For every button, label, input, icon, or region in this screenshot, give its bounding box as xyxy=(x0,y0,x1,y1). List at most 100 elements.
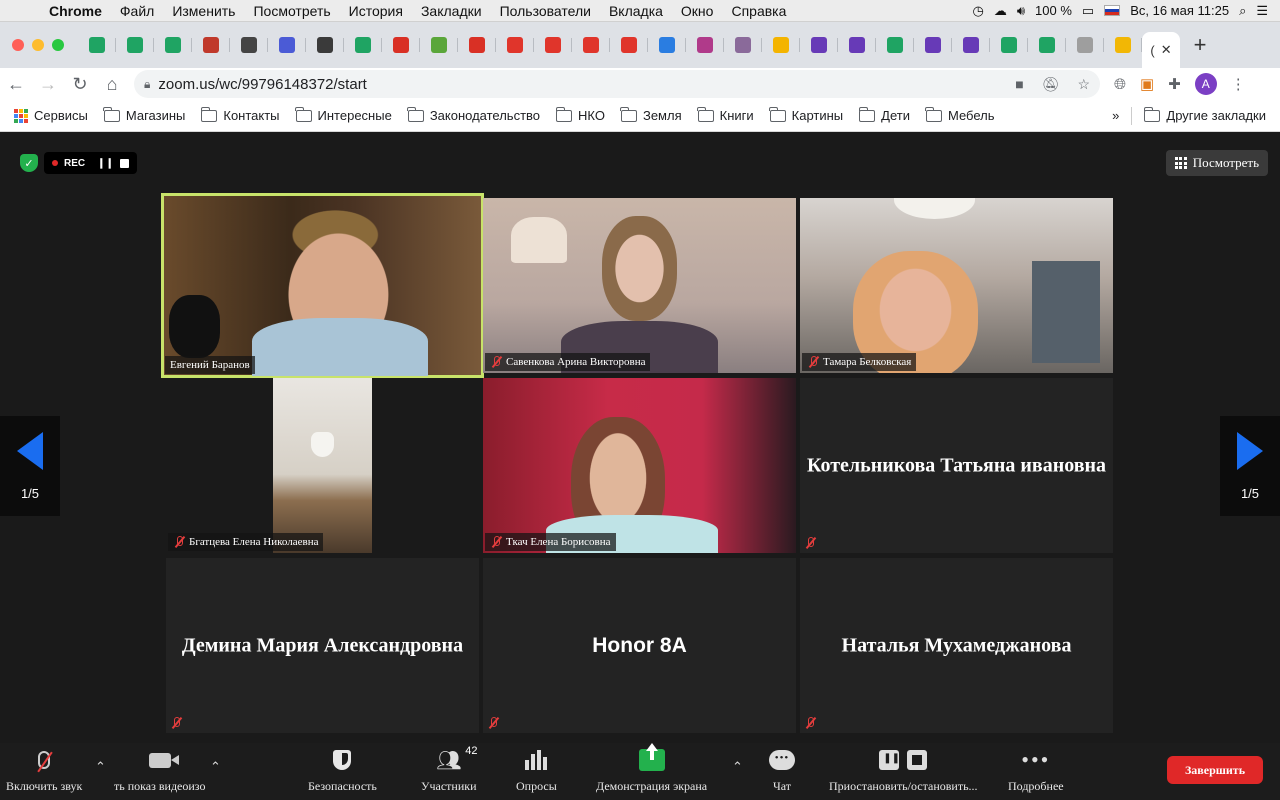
reload-icon[interactable]: ↻ xyxy=(64,74,96,95)
pinned-tab[interactable] xyxy=(192,30,230,60)
time-machine-icon[interactable]: ◷ xyxy=(972,3,983,19)
bookmark-folder[interactable]: Контакты xyxy=(193,106,287,123)
pdf-extension-icon[interactable]: ▣ xyxy=(1140,75,1154,93)
creative-cloud-icon[interactable]: ☁ xyxy=(994,3,1007,19)
back-icon[interactable]: ← xyxy=(0,74,32,95)
pinned-tab[interactable] xyxy=(458,30,496,60)
bookmark-folder[interactable]: Законодательство xyxy=(400,106,548,123)
video-options-caret-icon[interactable]: ⌃ xyxy=(210,759,221,775)
translate-extension-icon[interactable]: 🌐︎ xyxy=(1114,76,1126,93)
pinned-tab[interactable] xyxy=(78,30,116,60)
participant-tile[interactable]: Евгений Баранов xyxy=(161,193,484,378)
control-center-icon[interactable]: ☰ xyxy=(1256,3,1268,19)
volume-icon[interactable]: 🔊︎ xyxy=(1017,3,1025,19)
pinned-tab[interactable] xyxy=(306,30,344,60)
pinned-tab[interactable] xyxy=(990,30,1028,60)
menu-file[interactable]: Файл xyxy=(111,3,163,19)
menu-edit[interactable]: Изменить xyxy=(163,3,244,19)
menu-window[interactable]: Окно xyxy=(672,3,723,19)
pinned-tab[interactable] xyxy=(154,30,192,60)
participant-tile[interactable]: Honor 8A xyxy=(483,558,796,733)
bookmark-folder[interactable]: Мебель xyxy=(918,106,1003,123)
audio-options-caret-icon[interactable]: ⌃ xyxy=(95,759,106,775)
new-tab-button[interactable]: + xyxy=(1180,32,1220,58)
next-page-button[interactable]: 1/5 xyxy=(1220,416,1280,516)
home-icon[interactable]: ⌂ xyxy=(96,74,128,95)
camera-in-use-icon[interactable]: ■ xyxy=(1015,76,1023,93)
bookmark-folder[interactable]: Дети xyxy=(851,106,918,123)
bookmark-folder[interactable]: Интересные xyxy=(288,106,400,123)
pinned-tab[interactable] xyxy=(534,30,572,60)
polls-button[interactable]: Опросы xyxy=(516,748,557,794)
pinned-tab[interactable] xyxy=(1028,30,1066,60)
bookmark-apps[interactable]: Сервисы xyxy=(0,108,96,123)
video-button[interactable]: ть показ видеоизо xyxy=(114,748,205,794)
pinned-tab[interactable] xyxy=(762,30,800,60)
bookmark-folder[interactable]: Картины xyxy=(762,106,852,123)
menu-profiles[interactable]: Пользователи xyxy=(491,3,600,19)
participant-tile[interactable]: Ткач Елена Борисовна xyxy=(483,378,796,553)
menu-help[interactable]: Справка xyxy=(722,3,795,19)
battery-percent[interactable]: 100 % xyxy=(1035,3,1072,18)
close-tab-icon[interactable]: ✕ xyxy=(1161,42,1172,58)
pinned-tab[interactable] xyxy=(800,30,838,60)
bookmarks-overflow-chevron[interactable]: » xyxy=(1104,108,1127,123)
pinned-tab[interactable] xyxy=(914,30,952,60)
bookmark-folder[interactable]: НКО xyxy=(548,106,613,123)
pinned-tab[interactable] xyxy=(1066,30,1104,60)
pinned-tab[interactable] xyxy=(838,30,876,60)
pinned-tab[interactable] xyxy=(952,30,990,60)
zoom-window-button[interactable] xyxy=(52,39,64,51)
participant-tile[interactable]: Савенкова Арина Викторовна xyxy=(483,198,796,373)
bookmark-star-icon[interactable]: ☆ xyxy=(1077,76,1090,93)
battery-icon[interactable]: ▭ xyxy=(1082,3,1094,19)
participant-tile[interactable]: Тамара Белковская xyxy=(800,198,1113,373)
encryption-shield-icon[interactable]: ✓ xyxy=(20,154,38,172)
participant-tile[interactable]: Котельникова Татьяна ивановна xyxy=(800,378,1113,553)
pinned-tab[interactable] xyxy=(1104,30,1142,60)
pinned-tab[interactable] xyxy=(268,30,306,60)
menu-tab[interactable]: Вкладка xyxy=(600,3,672,19)
stop-recording-icon[interactable] xyxy=(119,158,129,168)
participant-tile[interactable]: Наталья Мухамеджанова xyxy=(800,558,1113,733)
pinned-tab[interactable] xyxy=(648,30,686,60)
pinned-tab[interactable] xyxy=(610,30,648,60)
active-tab[interactable]: ( ✕ xyxy=(1142,32,1180,68)
share-screen-button[interactable]: Демонстрация экрана xyxy=(596,743,707,794)
clock[interactable]: Вс, 16 мая 11:25 xyxy=(1130,3,1229,18)
pinned-tab[interactable] xyxy=(344,30,382,60)
lock-icon[interactable]: 🔒︎ xyxy=(144,77,150,92)
notifications-blocked-icon[interactable]: 🔕︎ xyxy=(1042,76,1060,93)
bookmark-folder[interactable]: Книги xyxy=(690,106,762,123)
pinned-tab[interactable] xyxy=(382,30,420,60)
security-button[interactable]: Безопасность xyxy=(308,748,377,794)
end-meeting-button[interactable]: Завершить xyxy=(1167,756,1263,784)
bookmark-other[interactable]: Другие закладки xyxy=(1136,106,1280,123)
menu-app-name[interactable]: Chrome xyxy=(40,3,111,19)
menu-bookmarks[interactable]: Закладки xyxy=(412,3,491,19)
pinned-tab[interactable] xyxy=(230,30,268,60)
forward-icon[interactable]: → xyxy=(32,74,64,95)
pause-recording-icon[interactable]: ❙❙ xyxy=(97,158,114,169)
url-text[interactable]: zoom.us/wc/99796148372/start xyxy=(158,76,366,93)
view-button[interactable]: Посмотреть xyxy=(1165,150,1268,176)
participants-button[interactable]: 👥︎ 42 Участники xyxy=(421,745,477,794)
unmute-button[interactable]: Включить звук xyxy=(6,748,82,794)
pinned-tab[interactable] xyxy=(572,30,610,60)
participant-tile[interactable]: Бгатцева Елена Николаевна xyxy=(166,378,479,553)
pinned-tab[interactable] xyxy=(686,30,724,60)
menu-history[interactable]: История xyxy=(340,3,412,19)
more-button[interactable]: ••• Подробнее xyxy=(1008,748,1064,794)
bookmark-folder[interactable]: Магазины xyxy=(96,106,194,123)
input-source-flag-icon[interactable] xyxy=(1104,5,1121,16)
menu-view[interactable]: Посмотреть xyxy=(244,3,339,19)
bookmark-folder[interactable]: Земля xyxy=(613,106,690,123)
pinned-tab[interactable] xyxy=(724,30,762,60)
close-window-button[interactable] xyxy=(12,39,24,51)
profile-avatar[interactable]: A xyxy=(1194,73,1217,95)
share-options-caret-icon[interactable]: ⌃ xyxy=(732,759,743,775)
chat-button[interactable]: Чат xyxy=(769,748,795,794)
pinned-tab[interactable] xyxy=(116,30,154,60)
chrome-menu-icon[interactable]: ⋮ xyxy=(1231,75,1246,93)
pinned-tab[interactable] xyxy=(420,30,458,60)
